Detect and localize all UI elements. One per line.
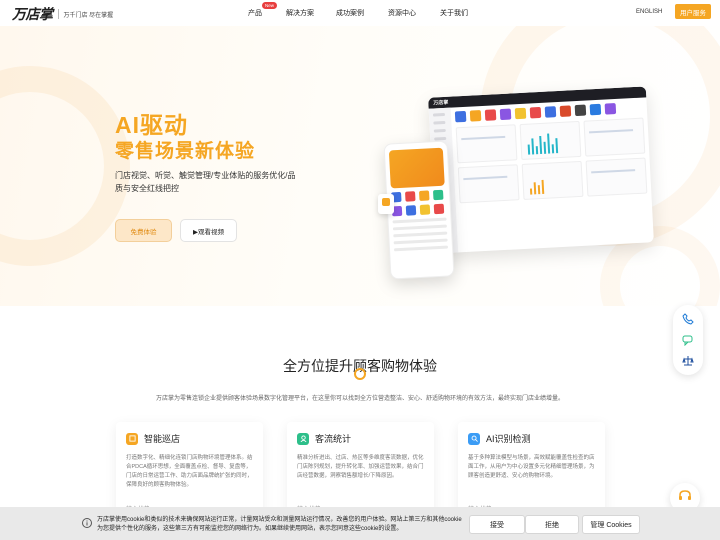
dashboard-panel — [521, 160, 584, 200]
app-tile-icon — [514, 107, 527, 120]
user-service-button[interactable]: 用户服务 — [675, 4, 711, 19]
app-tile-icon — [604, 103, 617, 115]
new-badge: New — [262, 2, 278, 9]
feature-card-inspection[interactable]: 智能巡店 打造数字化、精细化连锁门店购物环境管理体系。结合PDCA循环思想，全面… — [116, 422, 263, 518]
site-header: 万店掌 万千门店 尽在掌握 产品 New 解决方案 成功案例 资源中心 关于我们… — [0, 0, 720, 26]
dashboard-panel — [583, 117, 646, 157]
store-inspection-icon — [126, 432, 138, 445]
decorative-ring — [0, 66, 130, 266]
app-tile-icon — [529, 106, 542, 119]
hero-subtitle: 零售场景新体验 — [115, 141, 256, 162]
dashboard-panel — [585, 157, 648, 197]
nav-item-label: 资源中心 — [388, 10, 416, 17]
cookie-reject-button[interactable]: 拒绝 — [525, 515, 579, 534]
card-title: 智能巡店 — [144, 434, 181, 444]
app-tile-icon — [544, 106, 557, 118]
section-marker-icon — [354, 368, 366, 380]
logo-divider — [57, 9, 59, 19]
nav-item-resources[interactable]: 资源中心 — [388, 8, 416, 18]
main-nav: 产品 New 解决方案 成功案例 资源中心 关于我们 — [248, 2, 468, 18]
nav-item-cases[interactable]: 成功案例 — [336, 8, 364, 18]
app-tile-icon — [589, 103, 602, 116]
scale-icon[interactable] — [682, 355, 694, 367]
logo[interactable]: 万店掌 万千门店 尽在掌握 — [12, 4, 113, 24]
nav-item-label: 关于我们 — [440, 10, 468, 17]
nav-item-label: 产品 — [248, 10, 262, 17]
section-description: 万店掌为零售连锁企业提供顾客体验场景数字化管理平台，在这里你可以找到全方位营造整… — [155, 396, 564, 402]
dashboard-panel — [457, 164, 520, 204]
app-tile-icon — [454, 110, 467, 123]
logo-slogan: 万千门店 尽在掌握 — [63, 12, 114, 19]
feature-card-traffic[interactable]: 客流统计 精准分析进出、过店、热区等多维度客流数据，优化门店陈列规划，提升转化率… — [287, 422, 434, 518]
app-tile-icon — [574, 104, 587, 117]
chat-icon[interactable] — [682, 334, 694, 346]
free-trial-button[interactable]: 免费体验 — [115, 219, 172, 242]
cookie-text: 万店掌使用cookie和类似的技术来确保网站运行正常，计量网站受众和测量网站运行… — [97, 517, 462, 532]
dashboard-logo: 万店掌 — [433, 99, 449, 107]
nav-item-solutions[interactable]: 解决方案 — [286, 8, 314, 18]
card-description: 基于多种算法模型与场景，高效赋能覆盖性检查的店面工作，从用户为中心设置多元化精细… — [468, 455, 595, 479]
cookie-accept-button[interactable]: 接受 — [469, 515, 525, 534]
side-toolbar — [673, 305, 703, 375]
hero-section: AI驱动 零售场景新体验 门店视觉、听觉、触觉管理/专业体贴的服务优化/品质与安… — [0, 26, 720, 306]
language-switch[interactable]: ENGLISH — [636, 9, 662, 15]
watch-video-button[interactable]: ▶观看视频 — [180, 219, 237, 242]
info-icon — [82, 518, 92, 528]
feature-card-ai-detection[interactable]: AI识别检测 基于多种算法模型与场景，高效赋能覆盖性检查的店面工作，从用户为中心… — [458, 422, 605, 518]
manage-cookies-button[interactable]: 管理 Cookies — [582, 515, 640, 534]
cookie-consent-bar: 万店掌使用cookie和类似的技术来确保网站运行正常，计量网站受众和测量网站运行… — [0, 507, 720, 540]
app-tile-icon — [499, 108, 512, 121]
dashboard-mockup-image: 万店掌 — [428, 86, 654, 254]
people-counting-icon — [297, 432, 309, 445]
phone-icon[interactable] — [682, 313, 694, 325]
phone-mockup-image — [383, 140, 455, 280]
dashboard-panel — [519, 120, 582, 161]
card-title: 客流统计 — [315, 434, 352, 444]
dashboard-panel — [455, 124, 518, 164]
app-tile-icon — [559, 105, 572, 117]
card-title: AI识别检测 — [486, 434, 531, 444]
hero-description: 门店视觉、听觉、触觉管理/专业体贴的服务优化/品质与安全红线把控 — [115, 171, 296, 193]
card-description: 精准分析进出、过店、热区等多维度客流数据，优化门店陈列规划，提升转化率、加强运营… — [297, 455, 424, 479]
nav-item-products[interactable]: 产品 New — [248, 2, 278, 18]
logo-text: 万店掌 — [12, 7, 53, 23]
nav-item-label: 成功案例 — [336, 10, 364, 17]
hero-title: AI驱动 — [115, 112, 188, 138]
card-description: 打造数字化、精细化连锁门店购物环境管理体系。结合PDCA循环思想，全面覆盖点检、… — [126, 455, 253, 488]
ai-detection-icon — [468, 432, 480, 445]
floating-badge-image — [378, 194, 394, 214]
nav-item-label: 解决方案 — [286, 10, 314, 17]
app-tile-icon — [469, 110, 482, 122]
app-tile-icon — [484, 109, 497, 121]
headset-icon — [678, 489, 692, 508]
nav-item-about[interactable]: 关于我们 — [440, 8, 468, 18]
